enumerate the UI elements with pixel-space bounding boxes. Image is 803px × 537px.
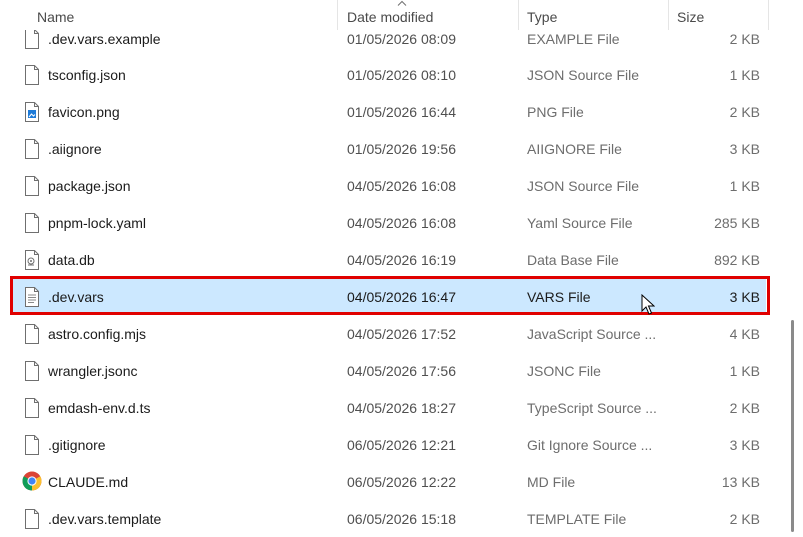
file-size: 1 KB <box>729 363 760 379</box>
file-date: 04/05/2026 18:27 <box>347 400 456 416</box>
column-header-size[interactable]: Size <box>677 0 704 30</box>
file-size: 2 KB <box>729 104 760 120</box>
file-name: .dev.vars <box>48 289 104 305</box>
file-size: 13 KB <box>721 474 760 490</box>
generic-file-icon <box>25 213 39 233</box>
file-name: emdash-env.d.ts <box>48 400 151 416</box>
generic-file-icon <box>25 139 39 159</box>
file-size: 285 KB <box>714 215 760 231</box>
file-name: pnpm-lock.yaml <box>48 215 147 231</box>
file-name: wrangler.jsonc <box>48 363 138 379</box>
file-type: JavaScript Source ... <box>527 326 657 342</box>
column-header: Name Date modified Type Size <box>0 0 780 30</box>
file-name: tsconfig.json <box>48 67 126 83</box>
file-date: 04/05/2026 16:08 <box>347 178 456 194</box>
file-size: 4 KB <box>729 326 760 342</box>
column-divider[interactable] <box>768 0 769 30</box>
chrome-icon <box>22 471 42 491</box>
file-row[interactable]: pnpm-lock.yaml 04/05/2026 16:08 Yaml Sou… <box>10 204 766 241</box>
scrollbar-thumb[interactable] <box>791 320 794 532</box>
column-divider[interactable] <box>337 0 338 30</box>
file-size: 2 KB <box>729 400 760 416</box>
file-type: Yaml Source File <box>527 215 633 231</box>
file-size: 892 KB <box>714 252 760 268</box>
file-date: 04/05/2026 16:19 <box>347 252 456 268</box>
file-row[interactable]: data.db 04/05/2026 16:19 Data Base File … <box>10 241 766 278</box>
file-date: 06/05/2026 12:21 <box>347 437 456 453</box>
file-type: PNG File <box>527 104 584 120</box>
file-type: AIIGNORE File <box>527 141 622 157</box>
file-type: JSONC File <box>527 363 601 379</box>
file-type: TEMPLATE File <box>527 511 627 527</box>
mouse-cursor-icon <box>641 294 655 315</box>
file-row[interactable]: package.json 04/05/2026 16:08 JSON Sourc… <box>10 167 766 204</box>
column-divider[interactable] <box>518 0 519 30</box>
file-name: astro.config.mjs <box>48 326 147 342</box>
file-size: 2 KB <box>729 511 760 527</box>
file-type: MD File <box>527 474 576 490</box>
file-row[interactable]: astro.config.mjs 04/05/2026 17:52 JavaSc… <box>10 315 766 352</box>
file-size: 3 KB <box>729 141 760 157</box>
file-type: Git Ignore Source ... <box>527 437 653 453</box>
file-size: 1 KB <box>729 67 760 83</box>
column-header-date-modified[interactable]: Date modified <box>347 0 433 30</box>
column-divider[interactable] <box>668 0 669 30</box>
file-name: package.json <box>48 178 131 194</box>
file-row[interactable]: tsconfig.json 01/05/2026 08:10 JSON Sour… <box>10 56 766 93</box>
file-date: 01/05/2026 19:56 <box>347 141 456 157</box>
file-name: .aiignore <box>48 141 102 157</box>
file-date: 04/05/2026 17:52 <box>347 326 456 342</box>
file-date: 04/05/2026 17:56 <box>347 363 456 379</box>
file-row[interactable]: favicon.png 01/05/2026 16:44 PNG File 2 … <box>10 93 766 130</box>
generic-file-icon <box>25 398 39 418</box>
file-date: 04/05/2026 16:47 <box>347 289 456 305</box>
generic-file-icon <box>25 65 39 85</box>
file-name: CLAUDE.md <box>48 474 129 490</box>
file-date: 01/05/2026 08:10 <box>347 67 456 83</box>
file-date: 01/05/2026 16:44 <box>347 104 456 120</box>
generic-file-icon <box>25 29 39 49</box>
generic-file-icon <box>25 176 39 196</box>
file-size: 3 KB <box>729 437 760 453</box>
file-date: 06/05/2026 12:22 <box>347 474 456 490</box>
database-file-icon <box>25 250 39 270</box>
file-type: TypeScript Source ... <box>527 400 657 416</box>
file-name: favicon.png <box>48 104 120 120</box>
column-header-name[interactable]: Name <box>37 0 74 30</box>
file-size: 3 KB <box>729 289 760 305</box>
file-row[interactable]: .dev.vars.template 06/05/2026 15:18 TEMP… <box>10 500 766 537</box>
generic-file-icon <box>25 324 39 344</box>
file-row[interactable]: CLAUDE.md 06/05/2026 12:22 MD File 13 KB <box>10 463 766 500</box>
generic-file-icon <box>25 509 39 529</box>
generic-file-icon <box>25 435 39 455</box>
file-size: 1 KB <box>729 178 760 194</box>
generic-file-icon <box>25 361 39 381</box>
file-type: Data Base File <box>527 252 619 268</box>
file-row[interactable]: wrangler.jsonc 04/05/2026 17:56 JSONC Fi… <box>10 352 766 389</box>
file-type: JSON Source File <box>527 178 640 194</box>
file-type: JSON Source File <box>527 67 640 83</box>
file-name: data.db <box>48 252 95 268</box>
file-date: 04/05/2026 16:08 <box>347 215 456 231</box>
file-row[interactable]: emdash-env.d.ts 04/05/2026 18:27 TypeScr… <box>10 389 766 426</box>
image-file-icon <box>25 102 39 122</box>
text-file-icon <box>25 287 39 307</box>
column-header-type[interactable]: Type <box>527 0 557 30</box>
file-row[interactable]: .aiignore 01/05/2026 19:56 AIIGNORE File… <box>10 130 766 167</box>
file-name: .dev.vars.template <box>48 511 162 527</box>
file-name: .gitignore <box>48 437 106 453</box>
file-row[interactable]: .gitignore 06/05/2026 12:21 Git Ignore S… <box>10 426 766 463</box>
file-date: 06/05/2026 15:18 <box>347 511 456 527</box>
